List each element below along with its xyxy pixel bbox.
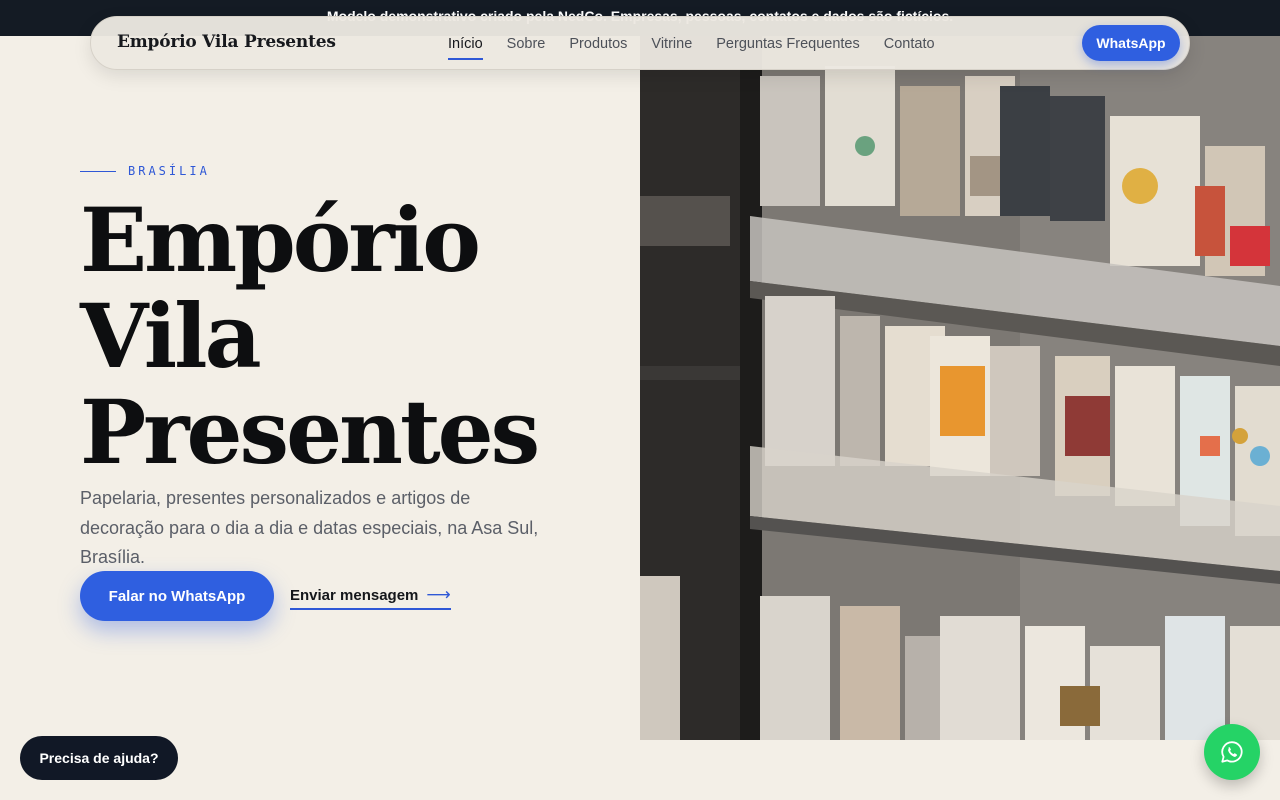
send-message-link[interactable]: Enviar mensagem ⟶ [290,582,451,610]
hero-title-line: Vila [80,284,262,388]
brand-logo[interactable]: Empório Vila Presentes [117,32,336,52]
nav-link-vitrine[interactable]: Vitrine [651,17,692,71]
main-navbar: Empório Vila Presentes Início Sobre Prod… [90,16,1190,70]
whatsapp-floating-button[interactable] [1204,724,1260,780]
help-chat-label: Precisa de ajuda? [39,750,159,766]
eyebrow-text: BRASÍLIA [128,164,210,178]
whatsapp-cta-button[interactable]: Falar no WhatsApp [80,571,274,621]
hero-eyebrow: BRASÍLIA [80,164,210,178]
send-message-label: Enviar mensagem [290,586,419,604]
nav-link-inicio[interactable]: Início [448,17,483,71]
hero-description: Papelaria, presentes personalizados e ar… [80,488,539,567]
hero-title: Empório Vila Presentes [80,192,620,480]
stationery-shelf-photo [640,36,1280,740]
hero-title-line: Empório [80,188,481,292]
whatsapp-icon [1221,741,1243,763]
arrow-right-icon: ⟶ [426,585,451,604]
hero-title-line: Presentes [80,380,540,484]
nav-link-sobre[interactable]: Sobre [507,17,546,71]
nav-link-perguntas-frequentes[interactable]: Perguntas Frequentes [716,17,859,71]
nav-link-contato[interactable]: Contato [884,17,935,71]
nav-links: Início Sobre Produtos Vitrine Perguntas … [448,17,959,71]
whatsapp-nav-button[interactable]: WhatsApp [1082,25,1180,61]
help-chat-button[interactable]: Precisa de ajuda? [20,736,178,780]
eyebrow-line [80,170,116,172]
hero-image [640,36,1280,740]
nav-link-produtos[interactable]: Produtos [569,17,627,71]
